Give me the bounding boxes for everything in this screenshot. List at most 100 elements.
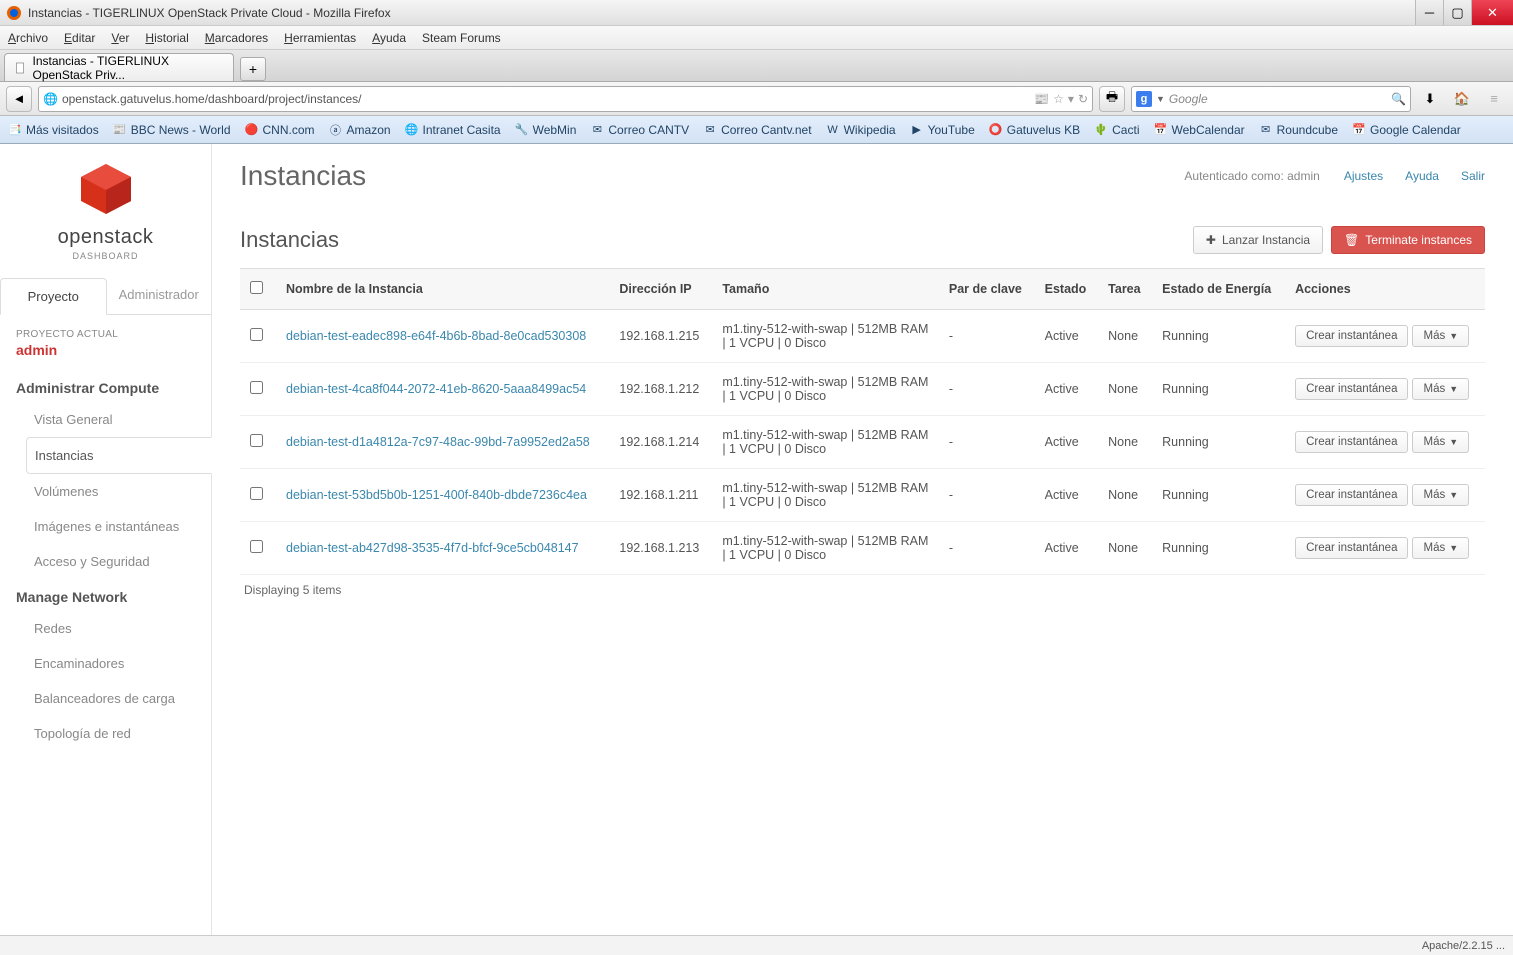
- search-dropdown-icon[interactable]: ▼: [1156, 94, 1165, 104]
- menu-marcadores[interactable]: Marcadores: [205, 31, 268, 45]
- snapshot-button[interactable]: Crear instantánea: [1295, 378, 1408, 400]
- downloads-button[interactable]: ⬇: [1417, 86, 1443, 112]
- browser-tab[interactable]: Instancias - TIGERLINUX OpenStack Priv..…: [4, 53, 234, 81]
- bookmark-icon: 📑: [8, 123, 22, 137]
- more-button[interactable]: Más ▼: [1412, 484, 1469, 506]
- cell-ip: 192.168.1.214: [609, 416, 712, 469]
- home-button[interactable]: 🏠: [1449, 86, 1475, 112]
- bookmark-gatuvelus-kb[interactable]: ⭕Gatuvelus KB: [989, 123, 1080, 137]
- google-icon: g: [1136, 91, 1152, 107]
- row-checkbox[interactable]: [250, 328, 263, 341]
- print-button[interactable]: 🖶: [1099, 86, 1125, 112]
- more-button[interactable]: Más ▼: [1412, 378, 1469, 400]
- bookmark-cacti[interactable]: 🌵Cacti: [1094, 123, 1139, 137]
- maximize-button[interactable]: ▢: [1443, 0, 1471, 25]
- header-link-ayuda[interactable]: Ayuda: [1405, 169, 1439, 183]
- header-link-ajustes[interactable]: Ajustes: [1344, 169, 1383, 183]
- cell-keypair: -: [939, 522, 1035, 575]
- bookmark-bbc-news-world[interactable]: 📰BBC News - World: [113, 123, 231, 137]
- reload-icon[interactable]: ↻: [1078, 92, 1088, 106]
- search-box[interactable]: g ▼ Google 🔍: [1131, 86, 1411, 112]
- bookmark-correo-cantv-net[interactable]: ✉Correo Cantv.net: [703, 123, 812, 137]
- bookmark-m-s-visitados[interactable]: 📑Más visitados: [8, 123, 99, 137]
- logo-text: openstack: [0, 226, 211, 249]
- bookmark-webmin[interactable]: 🔧WebMin: [515, 123, 577, 137]
- col-estado-de-energ-a: Estado de Energía: [1152, 269, 1285, 310]
- more-button[interactable]: Más ▼: [1412, 325, 1469, 347]
- instance-name-link[interactable]: debian-test-ab427d98-3535-4f7d-bfcf-9ce5…: [286, 541, 579, 555]
- sidebar-item-acceso-y-seguridad[interactable]: Acceso y Seguridad: [26, 544, 211, 579]
- new-tab-button[interactable]: +: [240, 57, 266, 81]
- cell-task: None: [1098, 469, 1152, 522]
- cell-ip: 192.168.1.212: [609, 363, 712, 416]
- sidebar: openstack DASHBOARD Proyecto Administrad…: [0, 144, 212, 935]
- star-icon[interactable]: ☆: [1053, 92, 1064, 106]
- row-checkbox[interactable]: [250, 381, 263, 394]
- terminate-instances-button[interactable]: 🗑 Terminate instances: [1331, 226, 1485, 254]
- minimize-button[interactable]: ─: [1415, 0, 1443, 25]
- instance-name-link[interactable]: debian-test-eadec898-e64f-4b6b-8bad-8e0c…: [286, 329, 586, 343]
- bookmark-google-calendar[interactable]: 📅Google Calendar: [1352, 123, 1461, 137]
- sidebar-item-redes[interactable]: Redes: [26, 611, 211, 646]
- sidebar-item-instancias[interactable]: Instancias: [26, 437, 212, 474]
- menu-herramientas[interactable]: Herramientas: [284, 31, 356, 45]
- feed-button[interactable]: ≡: [1481, 86, 1507, 112]
- instance-name-link[interactable]: debian-test-4ca8f044-2072-41eb-8620-5aaa…: [286, 382, 586, 396]
- bookmark-wikipedia[interactable]: WWikipedia: [826, 123, 896, 137]
- cell-state: Active: [1035, 522, 1099, 575]
- bookmark-roundcube[interactable]: ✉Roundcube: [1259, 123, 1338, 137]
- header-link-salir[interactable]: Salir: [1461, 169, 1485, 183]
- plus-icon: ✚: [1206, 233, 1216, 247]
- sidebar-item-topolog-a-de-red[interactable]: Topología de red: [26, 716, 211, 751]
- bookmark-amazon[interactable]: ⓐAmazon: [329, 123, 391, 137]
- back-button[interactable]: ◄: [6, 86, 32, 112]
- sidebar-item-balanceadores-de-carga[interactable]: Balanceadores de carga: [26, 681, 211, 716]
- row-checkbox[interactable]: [250, 487, 263, 500]
- table-row: debian-test-eadec898-e64f-4b6b-8bad-8e0c…: [240, 310, 1485, 363]
- more-button[interactable]: Más ▼: [1412, 431, 1469, 453]
- window-title-bar: Instancias - TIGERLINUX OpenStack Privat…: [0, 0, 1513, 26]
- bookmark-youtube[interactable]: ▶YouTube: [910, 123, 975, 137]
- snapshot-button[interactable]: Crear instantánea: [1295, 484, 1408, 506]
- menu-steam-forums[interactable]: Steam Forums: [422, 31, 501, 45]
- cell-task: None: [1098, 416, 1152, 469]
- sidebar-item-im-genes-e-instant-neas[interactable]: Imágenes e instantáneas: [26, 509, 211, 544]
- section-compute-title: Administrar Compute: [0, 370, 211, 402]
- select-all-checkbox[interactable]: [250, 281, 263, 294]
- snapshot-button[interactable]: Crear instantánea: [1295, 325, 1408, 347]
- dropdown-icon[interactable]: ▾: [1068, 92, 1074, 106]
- table-row: debian-test-53bd5b0b-1251-400f-840b-dbde…: [240, 469, 1485, 522]
- bookmark-cnn-com[interactable]: 🔴CNN.com: [245, 123, 315, 137]
- bookmark-correo-cantv[interactable]: ✉Correo CANTV: [590, 123, 689, 137]
- instance-name-link[interactable]: debian-test-d1a4812a-7c97-48ac-99bd-7a99…: [286, 435, 590, 449]
- snapshot-button[interactable]: Crear instantánea: [1295, 431, 1408, 453]
- launch-label: Lanzar Instancia: [1222, 233, 1310, 247]
- bookmark-webcalendar[interactable]: 📅WebCalendar: [1153, 123, 1244, 137]
- more-button[interactable]: Más ▼: [1412, 537, 1469, 559]
- cell-task: None: [1098, 363, 1152, 416]
- row-checkbox[interactable]: [250, 434, 263, 447]
- sidebar-item-encaminadores[interactable]: Encaminadores: [26, 646, 211, 681]
- tab-administrador[interactable]: Administrador: [107, 277, 212, 314]
- firefox-icon: [6, 5, 22, 21]
- menu-ayuda[interactable]: Ayuda: [372, 31, 406, 45]
- menu-ver[interactable]: Ver: [111, 31, 129, 45]
- menu-editar[interactable]: Editar: [64, 31, 95, 45]
- reader-icon[interactable]: 📰: [1034, 92, 1049, 106]
- snapshot-button[interactable]: Crear instantánea: [1295, 537, 1408, 559]
- instance-name-link[interactable]: debian-test-53bd5b0b-1251-400f-840b-dbde…: [286, 488, 587, 502]
- menu-archivo[interactable]: Archivo: [8, 31, 48, 45]
- bookmark-icon: 🌵: [1094, 123, 1108, 137]
- bookmark-intranet-casita[interactable]: 🌐Intranet Casita: [405, 123, 501, 137]
- url-bar[interactable]: 🌐 openstack.gatuvelus.home/dashboard/pro…: [38, 86, 1093, 112]
- close-button[interactable]: ✕: [1471, 0, 1513, 25]
- sidebar-item-vol-menes[interactable]: Volúmenes: [26, 474, 211, 509]
- tab-proyecto[interactable]: Proyecto: [0, 278, 107, 315]
- row-checkbox[interactable]: [250, 540, 263, 553]
- sidebar-item-vista-general[interactable]: Vista General: [26, 402, 211, 437]
- bookmark-icon: 📰: [113, 123, 127, 137]
- table-body: debian-test-eadec898-e64f-4b6b-8bad-8e0c…: [240, 310, 1485, 575]
- launch-instance-button[interactable]: ✚ Lanzar Instancia: [1193, 226, 1323, 254]
- menu-historial[interactable]: Historial: [145, 31, 188, 45]
- search-icon[interactable]: 🔍: [1391, 92, 1406, 106]
